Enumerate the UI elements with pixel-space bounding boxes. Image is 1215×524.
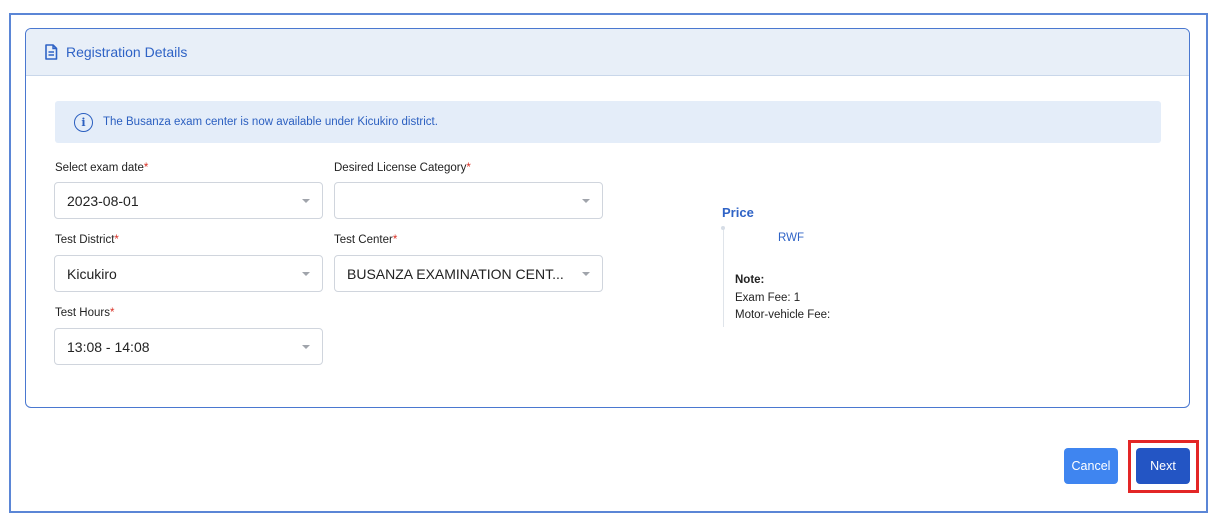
test-district-label-text: Test District <box>55 234 115 246</box>
chevron-down-icon <box>302 345 310 349</box>
registration-panel: Registration Details i The Busanza exam … <box>9 13 1208 513</box>
test-center-select[interactable]: BUSANZA EXAMINATION CENT... <box>334 255 603 292</box>
test-hours-label: Test Hours* <box>55 307 114 319</box>
exam-date-label: Select exam date* <box>55 162 148 174</box>
registration-details-card: Registration Details i The Busanza exam … <box>25 28 1190 408</box>
test-hours-select[interactable]: 13:08 - 14:08 <box>54 328 323 365</box>
test-center-label-text: Test Center <box>334 234 393 246</box>
test-hours-label-text: Test Hours <box>55 307 110 319</box>
note-title: Note: <box>735 274 765 286</box>
document-icon <box>44 44 58 60</box>
test-district-select[interactable]: Kicukiro <box>54 255 323 292</box>
chevron-down-icon <box>302 272 310 276</box>
chevron-down-icon <box>582 199 590 203</box>
card-title: Registration Details <box>66 44 188 60</box>
next-button[interactable]: Next <box>1136 448 1190 484</box>
required-marker: * <box>109 307 115 319</box>
exam-date-select[interactable]: 2023-08-01 <box>54 182 323 219</box>
test-hours-value: 13:08 - 14:08 <box>67 338 150 355</box>
required-marker: * <box>143 162 149 174</box>
motor-vehicle-fee-text: Motor-vehicle Fee: <box>735 309 831 321</box>
test-center-value: BUSANZA EXAMINATION CENT... <box>347 265 564 282</box>
test-district-value: Kicukiro <box>67 265 117 282</box>
exam-fee-text: Exam Fee: 1 <box>735 292 801 304</box>
required-marker: * <box>466 162 471 174</box>
exam-date-value: 2023-08-01 <box>67 192 139 209</box>
chevron-down-icon <box>582 272 590 276</box>
test-district-label: Test District* <box>55 234 119 246</box>
price-currency: RWF <box>778 232 804 244</box>
test-center-label: Test Center* <box>334 234 397 246</box>
price-timeline-dot <box>721 226 725 230</box>
required-marker: * <box>114 234 119 246</box>
chevron-down-icon <box>302 199 310 203</box>
cancel-button[interactable]: Cancel <box>1064 448 1118 484</box>
card-header: Registration Details <box>26 29 1189 76</box>
info-icon: i <box>74 112 93 132</box>
exam-date-label-text: Select exam date <box>55 162 144 174</box>
price-title: Price <box>722 205 754 220</box>
license-category-label: Desired License Category* <box>334 162 471 174</box>
info-alert: i The Busanza exam center is now availab… <box>55 101 1161 143</box>
license-category-label-text: Desired License Category <box>334 162 467 174</box>
price-divider <box>723 227 724 327</box>
alert-text: The Busanza exam center is now available… <box>103 116 438 128</box>
license-category-select[interactable] <box>334 182 603 219</box>
required-marker: * <box>392 234 398 246</box>
